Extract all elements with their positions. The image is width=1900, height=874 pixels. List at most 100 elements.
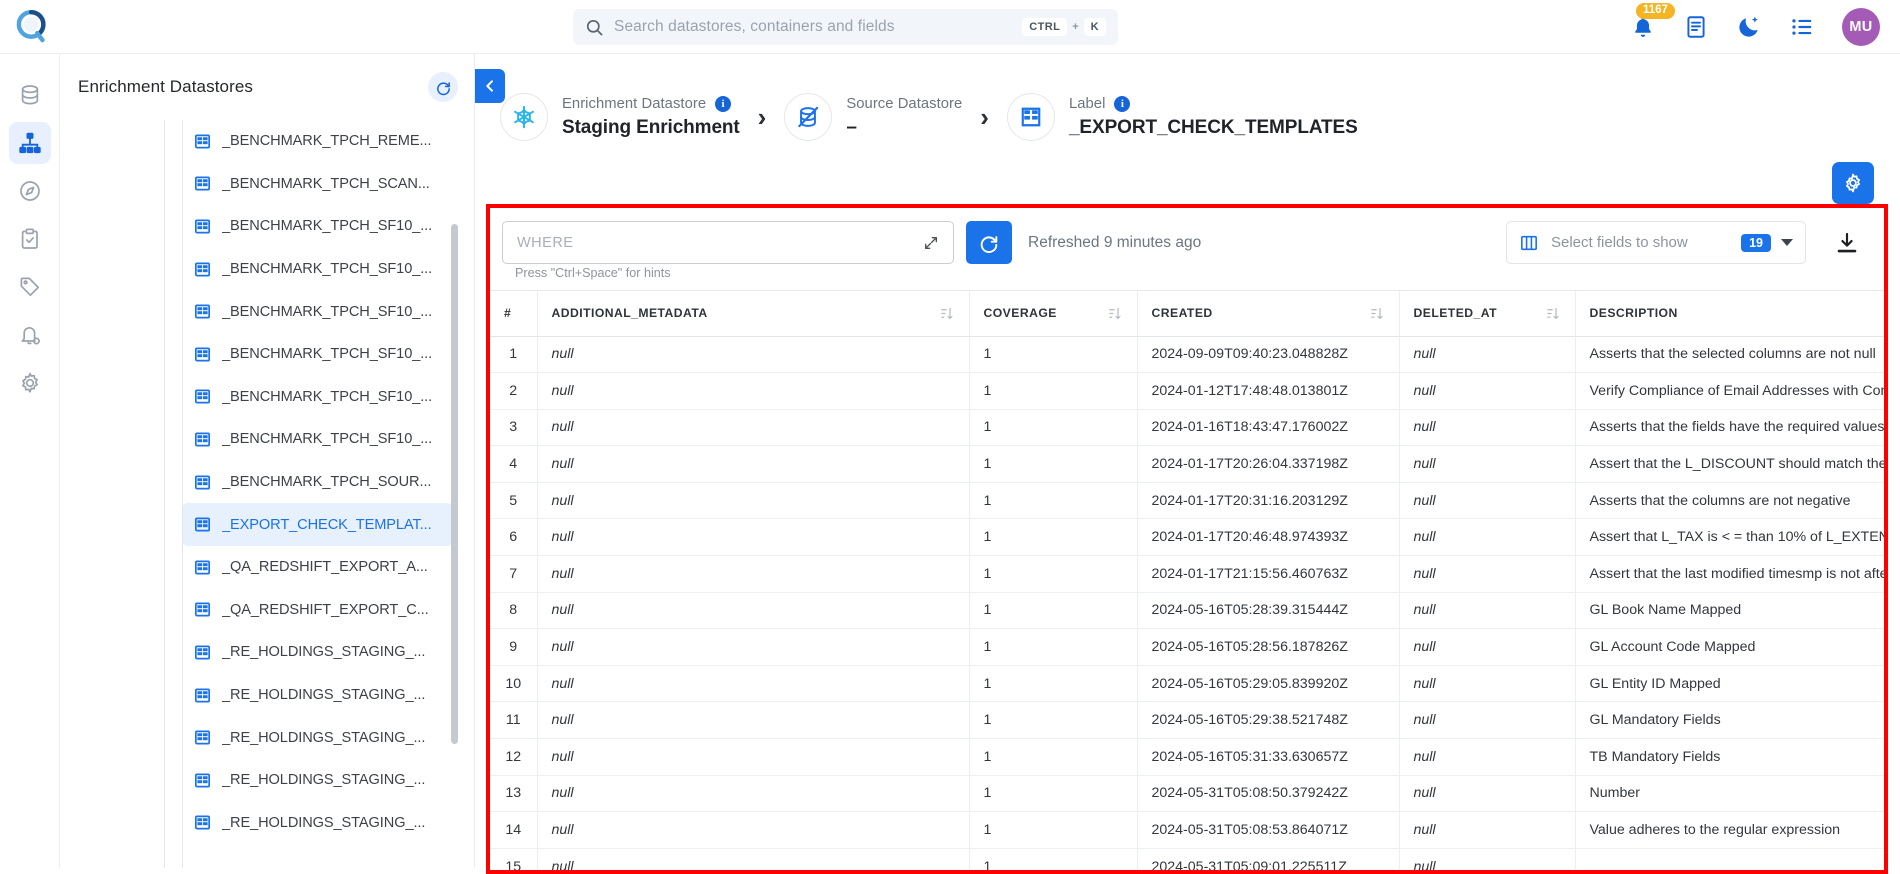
cell-additional-metadata: null	[537, 446, 969, 483]
datastore-list-item[interactable]: _BENCHMARK_TPCH_SCAN...	[182, 163, 453, 206]
breadcrumb-item-enrichment-datastore[interactable]: Enrichment Datastore i Staging Enrichmen…	[500, 93, 740, 141]
cell-deleted-at: null	[1399, 409, 1575, 446]
info-icon[interactable]: i	[715, 96, 731, 112]
table-row[interactable]: 2null12024-01-12T17:48:48.013801ZnullVer…	[490, 373, 1884, 410]
cell-deleted-at: null	[1399, 592, 1575, 629]
cell-created: 2024-01-12T17:48:48.013801Z	[1137, 373, 1399, 410]
table-icon	[194, 388, 211, 405]
cell-created: 2024-05-16T05:31:33.630657Z	[1137, 739, 1399, 776]
sort-icon[interactable]	[1546, 306, 1561, 321]
table-row[interactable]: 8null12024-05-16T05:28:39.315444ZnullGL …	[490, 592, 1884, 629]
list-icon[interactable]	[1789, 14, 1815, 40]
notifications-button[interactable]: 1167	[1630, 14, 1656, 40]
datastore-list-item[interactable]: _RE_HOLDINGS_STAGING_...	[182, 802, 453, 845]
table-row[interactable]: 1null12024-09-09T09:40:23.048828ZnullAss…	[490, 336, 1884, 373]
where-placeholder[interactable]: WHERE	[517, 235, 923, 251]
column-header-created[interactable]: CREATED	[1137, 291, 1399, 336]
panel-refresh-button[interactable]	[428, 72, 458, 102]
breadcrumb-item-source-datastore[interactable]: Source Datastore –	[784, 93, 962, 141]
datastore-list-item[interactable]: _RE_HOLDINGS_STAGING_...	[182, 674, 453, 717]
fields-count-badge: 19	[1741, 234, 1771, 252]
download-icon[interactable]	[1834, 230, 1860, 256]
table-row[interactable]: 3null12024-01-16T18:43:47.176002ZnullAss…	[490, 409, 1884, 446]
search-input-placeholder[interactable]: Search datastores, containers and fields	[614, 18, 1022, 36]
sidebar-item-hierarchy[interactable]	[9, 122, 51, 164]
datastore-list-item[interactable]: _RE_HOLDINGS_STAGING_...	[182, 716, 453, 759]
cell-additional-metadata: null	[537, 519, 969, 556]
column-header-description[interactable]: DESCRIPTION	[1575, 291, 1884, 336]
table-row[interactable]: 11null12024-05-16T05:29:38.521748ZnullGL…	[490, 702, 1884, 739]
where-clause-input[interactable]: WHERE	[502, 221, 954, 264]
sidebar-item-settings[interactable]	[9, 362, 51, 404]
table-header-row: # ADDITIONAL_METADATA	[490, 291, 1884, 336]
sidebar-item-tags[interactable]	[9, 266, 51, 308]
column-header-deleted-at[interactable]: DELETED_AT	[1399, 291, 1575, 336]
column-header-coverage[interactable]: COVERAGE	[969, 291, 1137, 336]
table-row[interactable]: 14null12024-05-31T05:08:53.864071ZnullVa…	[490, 812, 1884, 849]
table-row[interactable]: 15null12024-05-31T05:09:01.225511Znull	[490, 848, 1884, 870]
run-refresh-button[interactable]	[966, 221, 1012, 264]
cell-created: 2024-05-16T05:28:39.315444Z	[1137, 592, 1399, 629]
table-head: # ADDITIONAL_METADATA	[490, 291, 1884, 336]
settings-button[interactable]	[1832, 162, 1874, 204]
datastore-list-item[interactable]: _BENCHMARK_TPCH_SF10_...	[182, 290, 453, 333]
table-row[interactable]: 10null12024-05-16T05:29:05.839920ZnullGL…	[490, 665, 1884, 702]
chevron-down-icon[interactable]	[1781, 239, 1793, 246]
sidebar-item-alerts[interactable]	[9, 314, 51, 356]
sort-icon[interactable]	[940, 306, 955, 321]
collapse-panel-button[interactable]	[475, 69, 505, 103]
table-row[interactable]: 7null12024-01-17T21:15:56.460763ZnullAss…	[490, 556, 1884, 593]
cell-num: 8	[490, 592, 537, 629]
datastore-list-item[interactable]: _RE_HOLDINGS_STAGING_...	[182, 631, 453, 674]
cell-coverage: 1	[969, 373, 1137, 410]
top-bar: Search datastores, containers and fields…	[0, 0, 1900, 54]
document-icon[interactable]	[1683, 14, 1709, 40]
datastore-list-item[interactable]: _BENCHMARK_TPCH_REME...	[182, 120, 453, 163]
table-icon	[194, 218, 211, 235]
results-table-wrapper[interactable]: # ADDITIONAL_METADATA	[490, 290, 1884, 870]
datastore-list-item[interactable]: _QA_REDSHIFT_EXPORT_A...	[182, 546, 453, 589]
datastore-list-item-label: _BENCHMARK_TPCH_SF10_...	[222, 346, 432, 362]
datastore-list-item[interactable]: _BENCHMARK_TPCH_SF10_...	[182, 376, 453, 419]
info-icon[interactable]: i	[1114, 96, 1130, 112]
cell-deleted-at: null	[1399, 702, 1575, 739]
table-row[interactable]: 4null12024-01-17T20:26:04.337198ZnullAss…	[490, 446, 1884, 483]
table-row[interactable]: 12null12024-05-16T05:31:33.630657ZnullTB…	[490, 739, 1884, 776]
column-header-additional-metadata[interactable]: ADDITIONAL_METADATA	[537, 291, 969, 336]
sort-icon[interactable]	[1370, 306, 1385, 321]
datastore-list-item[interactable]: _BENCHMARK_TPCH_SF10_...	[182, 248, 453, 291]
datastore-list-item[interactable]: _BENCHMARK_TPCH_SF10_...	[182, 418, 453, 461]
user-avatar[interactable]: MU	[1842, 8, 1880, 46]
sort-icon[interactable]	[1108, 306, 1123, 321]
dark-mode-icon[interactable]	[1736, 14, 1762, 40]
cell-description: Number	[1575, 775, 1884, 812]
select-fields-dropdown[interactable]: Select fields to show 19	[1506, 221, 1806, 264]
datastore-list-item[interactable]: _BENCHMARK_TPCH_SF10_...	[182, 205, 453, 248]
table-row[interactable]: 9null12024-05-16T05:28:56.187826ZnullGL …	[490, 629, 1884, 666]
breadcrumb-separator-2: ›	[980, 104, 989, 130]
datastore-list-item[interactable]: _BENCHMARK_TPCH_SF10_...	[182, 333, 453, 376]
table-row[interactable]: 13null12024-05-31T05:08:50.379242ZnullNu…	[490, 775, 1884, 812]
breadcrumb-item-label[interactable]: Label i _EXPORT_CHECK_TEMPLATES	[1007, 93, 1358, 141]
datastore-list-item[interactable]: _QA_REDSHIFT_EXPORT_C...	[182, 589, 453, 632]
list-scrollbar-thumb[interactable]	[451, 224, 458, 744]
sidebar-item-checks[interactable]	[9, 218, 51, 260]
app-logo[interactable]	[0, 0, 64, 54]
cell-coverage: 1	[969, 702, 1137, 739]
datastore-list-item[interactable]: _BENCHMARK_TPCH_SOUR...	[182, 461, 453, 504]
table-row[interactable]: 6null12024-01-17T20:46:48.974393ZnullAss…	[490, 519, 1884, 556]
breadcrumb-value: Staging Enrichment	[562, 115, 740, 140]
datastore-list[interactable]: _BENCHMARK_TPCH_REME... _BENCHMARK_TPCH_S…	[60, 120, 475, 868]
expand-icon[interactable]	[923, 235, 939, 251]
column-header-num[interactable]: #	[490, 291, 537, 336]
datastore-list-item[interactable]: _RE_HOLDINGS_STAGING_...	[182, 759, 453, 802]
list-scrollbar-track[interactable]	[459, 54, 466, 802]
sidebar-item-datastores[interactable]	[9, 74, 51, 116]
table-row[interactable]: 5null12024-01-17T20:31:16.203129ZnullAss…	[490, 482, 1884, 519]
datastore-list-item[interactable]: _EXPORT_CHECK_TEMPLAT...	[182, 503, 453, 546]
sidebar-item-explore[interactable]	[9, 170, 51, 212]
global-search[interactable]: Search datastores, containers and fields…	[573, 9, 1118, 45]
datastore-list-item-label: _BENCHMARK_TPCH_SCAN...	[222, 176, 430, 192]
cell-additional-metadata: null	[537, 482, 969, 519]
cell-description: GL Account Code Mapped	[1575, 629, 1884, 666]
